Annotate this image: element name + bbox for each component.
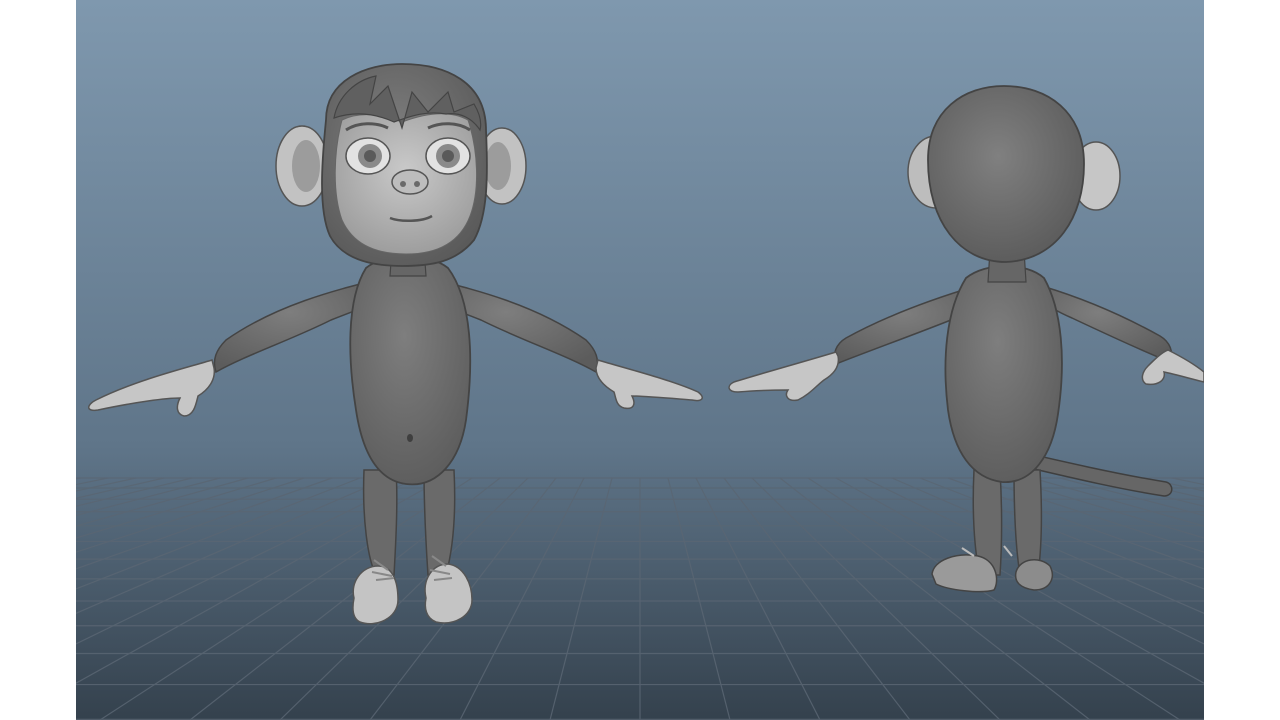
belly-button (407, 434, 413, 442)
left-ear (275, 125, 329, 207)
image-frame: (function(){ var g = document.getElement… (0, 0, 1280, 720)
left-eye (345, 137, 391, 175)
right-eye (425, 137, 471, 175)
nose (391, 169, 429, 195)
viewport-canvas: (function(){ var g = document.getElement… (76, 0, 1204, 720)
3d-viewport[interactable]: (function(){ var g = document.getElement… (76, 0, 1204, 720)
